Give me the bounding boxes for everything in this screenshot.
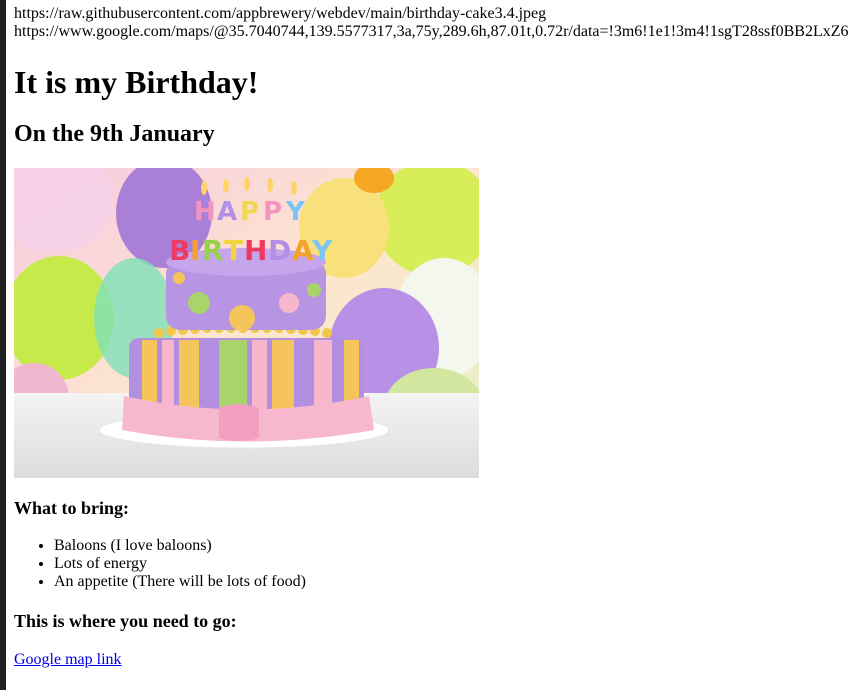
birthday-cake-image: H A P P Y B I R T H D A Y: [14, 168, 479, 478]
svg-text:Y: Y: [311, 234, 333, 267]
window-left-edge: [0, 0, 6, 690]
svg-text:T: T: [224, 234, 243, 267]
svg-text:R: R: [202, 234, 224, 267]
map-url-text: https://www.google.com/maps/@35.7040744,…: [14, 23, 849, 40]
page-subtitle: On the 9th January: [14, 121, 215, 147]
list-item: Lots of energy: [54, 555, 306, 573]
svg-text:H: H: [194, 197, 216, 227]
svg-text:A: A: [292, 234, 314, 267]
svg-text:P: P: [263, 197, 282, 227]
svg-text:I: I: [190, 234, 200, 267]
list-item: An appetite (There will be lots of food): [54, 573, 306, 591]
list-item: Baloons (I love baloons): [54, 537, 306, 555]
where-heading: This is where you need to go:: [14, 611, 237, 631]
page-title: It is my Birthday!: [14, 64, 259, 100]
image-url-text: https://raw.githubusercontent.com/appbre…: [14, 5, 547, 22]
bring-list: Baloons (I love baloons) Lots of energy …: [14, 537, 306, 591]
svg-text:B: B: [169, 234, 190, 267]
svg-text:H: H: [244, 234, 267, 267]
svg-text:Y: Y: [285, 197, 306, 227]
google-map-link[interactable]: Google map link: [14, 651, 122, 669]
svg-text:P: P: [240, 197, 259, 227]
url-text-block: https://raw.githubusercontent.com/appbre…: [14, 0, 850, 41]
svg-text:A: A: [217, 197, 237, 227]
page-content: https://raw.githubusercontent.com/appbre…: [14, 0, 850, 668]
svg-text:D: D: [268, 234, 291, 267]
bring-heading: What to bring:: [14, 498, 130, 518]
